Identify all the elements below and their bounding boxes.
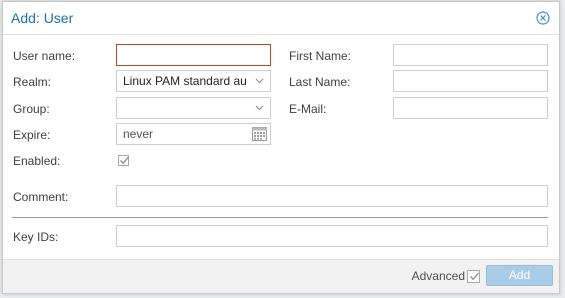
checkmark-icon [470, 272, 479, 281]
realm-value: Linux PAM standard authentication [123, 74, 246, 88]
enabled-label: Enabled: [13, 154, 61, 168]
last-name-label: Last Name: [289, 75, 351, 89]
comment-input[interactable] [116, 185, 548, 207]
calendar-icon[interactable] [250, 126, 268, 142]
realm-label: Realm: [13, 75, 52, 89]
dialog-title: Add: User [11, 10, 74, 26]
username-label: User name: [13, 49, 76, 63]
group-label: Group: [13, 102, 50, 116]
dialog-footer: Advanced Add [3, 259, 559, 293]
first-name-label: First Name: [289, 49, 352, 63]
username-input[interactable] [116, 44, 271, 66]
checkmark-icon [120, 156, 129, 165]
realm-select[interactable]: Linux PAM standard authentication [116, 70, 271, 92]
group-select[interactable] [116, 97, 271, 119]
dialog-titlebar: Add: User [3, 2, 559, 35]
advanced-checkbox[interactable] [467, 270, 480, 283]
add-button[interactable]: Add [486, 265, 553, 286]
first-name-input[interactable] [393, 44, 548, 66]
chevron-down-icon[interactable] [250, 100, 268, 116]
add-user-dialog: Add: User User name: Realm: Linux PAM st… [2, 1, 560, 294]
enabled-checkbox[interactable] [118, 155, 129, 166]
key-ids-input[interactable] [116, 225, 548, 247]
expire-label: Expire: [13, 128, 51, 142]
section-separator [12, 217, 548, 218]
comment-label: Comment: [13, 190, 69, 204]
expire-datefield[interactable]: never [116, 123, 271, 145]
chevron-down-icon[interactable] [250, 73, 268, 89]
key-ids-label: Key IDs: [13, 230, 59, 244]
advanced-label: Advanced [411, 269, 465, 283]
expire-placeholder: never [123, 127, 154, 141]
email-label: E-Mail: [289, 102, 327, 116]
email-input[interactable] [393, 97, 548, 119]
last-name-input[interactable] [393, 70, 548, 92]
close-icon[interactable] [536, 11, 550, 25]
